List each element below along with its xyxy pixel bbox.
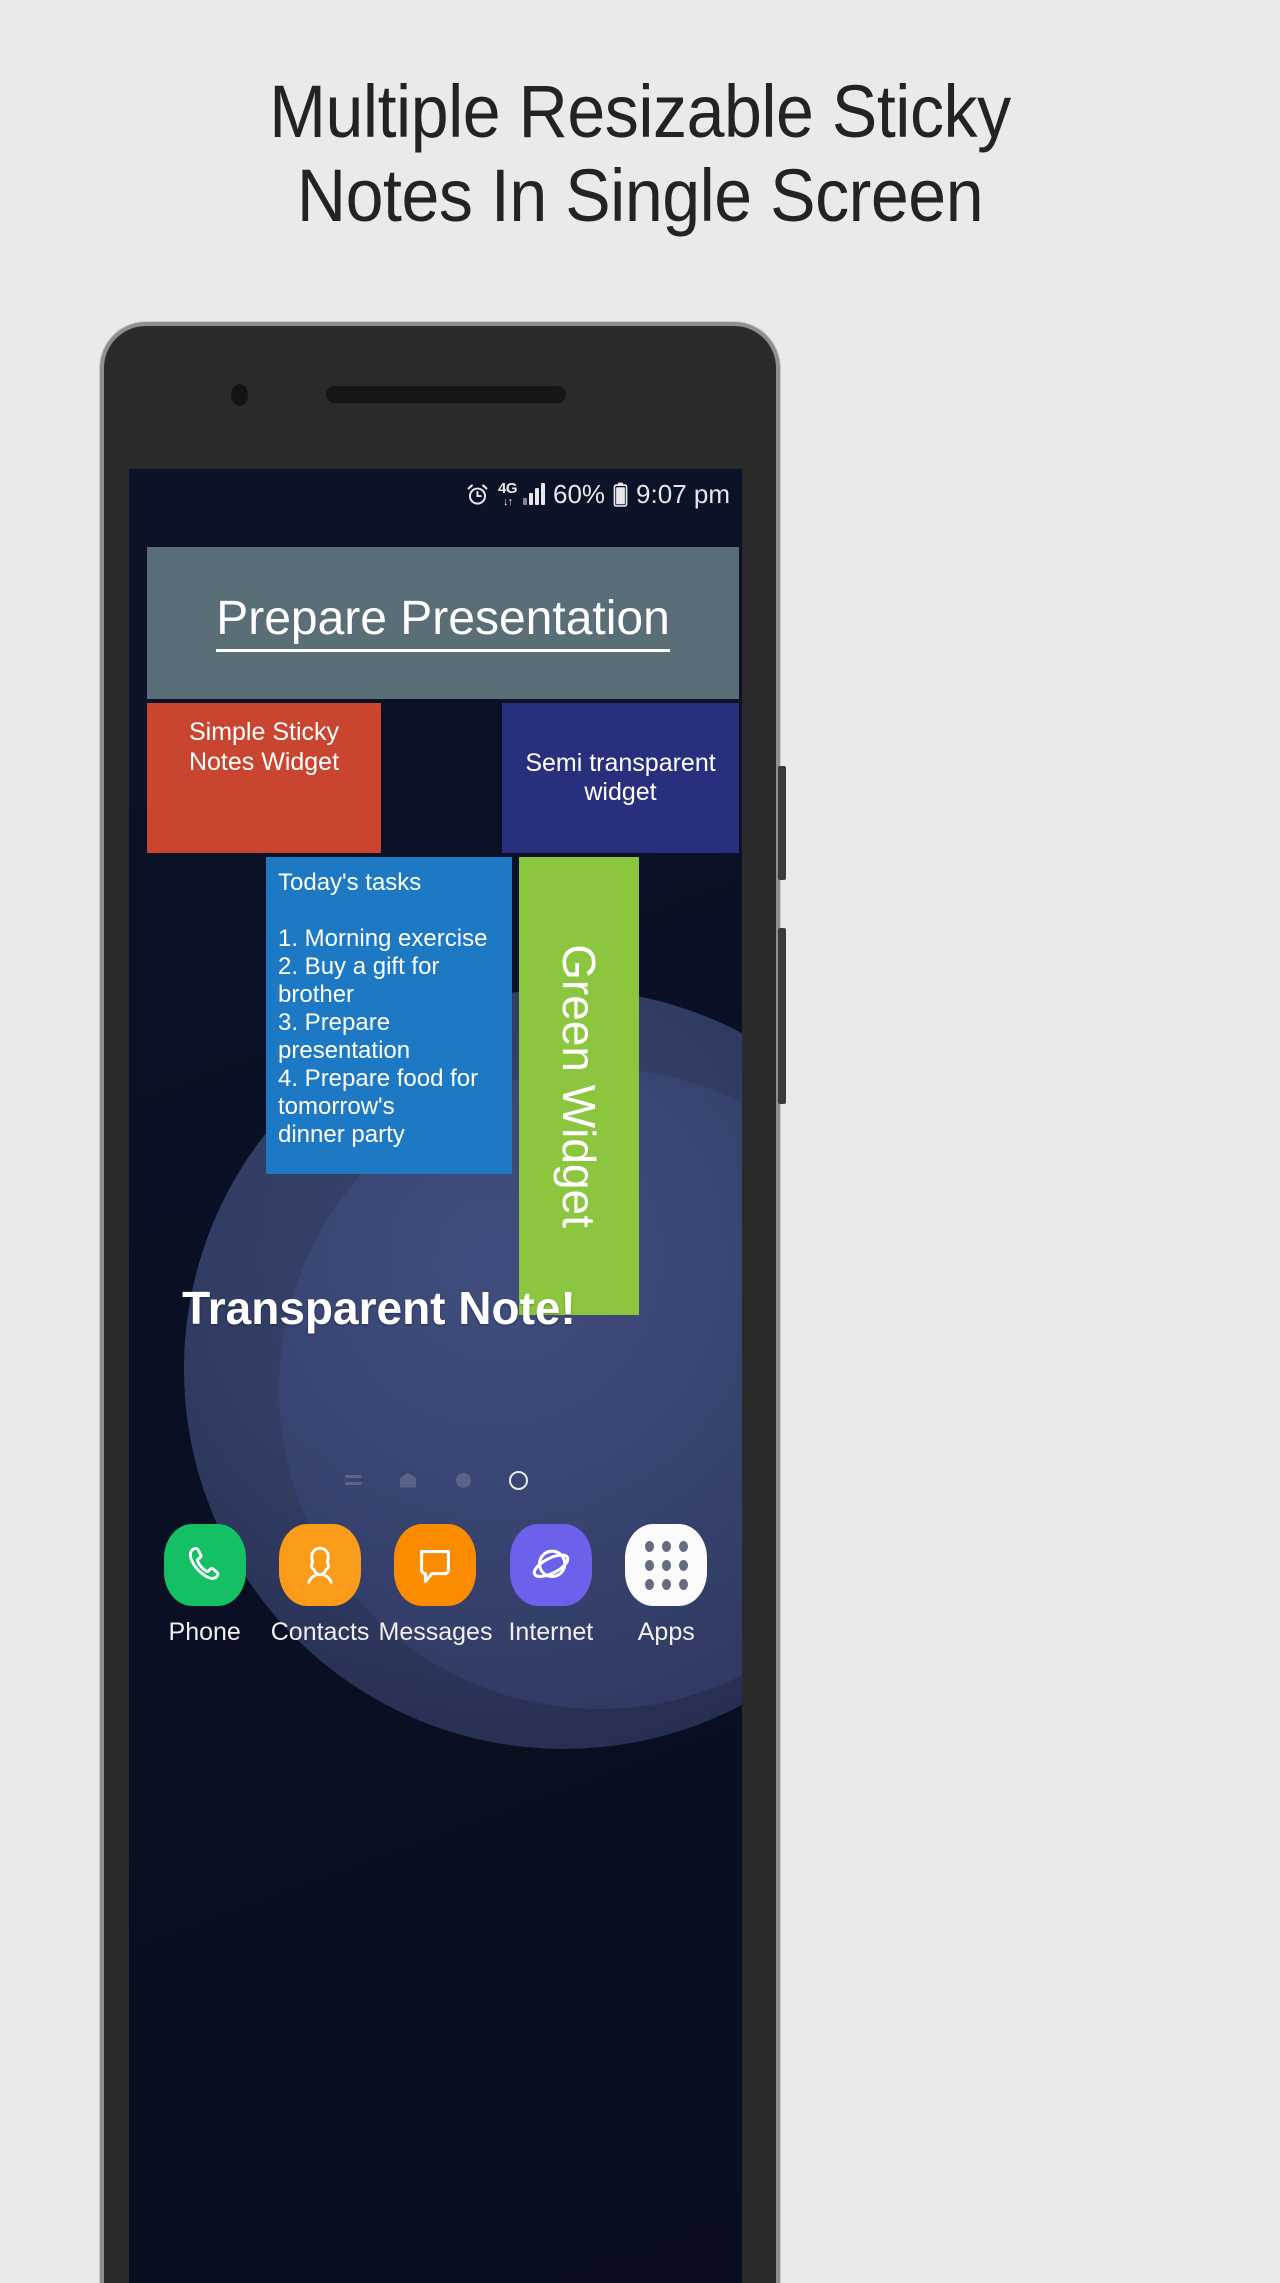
widget-green-text: Green Widget (553, 944, 605, 1228)
page-indicator-dot[interactable] (452, 1469, 474, 1491)
phone-icon[interactable] (163, 1524, 246, 1606)
clock-label: 9:07 pm (636, 478, 730, 509)
status-bar: 4G ↓↑ 60% 9:07 pm (129, 469, 742, 519)
widget-semitransparent-text: Semi transparent widget (525, 749, 716, 806)
battery-icon (613, 482, 628, 507)
widget-tasks-text: Today's tasks 1. Morning exercise 2. Buy… (278, 869, 488, 1148)
internet-icon[interactable] (509, 1524, 592, 1606)
apps-grid-icon[interactable] (625, 1524, 708, 1606)
dock-label-contacts: Contacts (270, 1618, 370, 1646)
phone-mockup: 4G ↓↑ 60% 9:07 pm Prepare Presentation S… (100, 322, 786, 2283)
widget-title-text: Prepare Presentation (216, 593, 670, 652)
page-title: Multiple Resizable Sticky Notes In Singl… (51, 70, 1229, 238)
widget-transparent-text: Transparent Note! (182, 1282, 576, 1334)
headline-line-1: Multiple Resizable Sticky (269, 70, 1011, 153)
dock-item-messages[interactable]: Messages (379, 1524, 492, 1647)
battery-percent-label: 60% (553, 478, 606, 509)
page-indicator-home-icon[interactable] (397, 1469, 419, 1491)
data-transfer-arrows: ↓↑ (502, 495, 513, 508)
network-type-label: 4G (497, 479, 518, 497)
page-indicator-active-ring[interactable] (507, 1469, 529, 1491)
widget-prepare-presentation[interactable]: Prepare Presentation (147, 547, 739, 699)
widget-transparent-note[interactable]: Transparent Note! (169, 1281, 589, 1341)
widget-semi-transparent[interactable]: Semi transparent widget (502, 703, 739, 853)
dock-label-phone: Phone (168, 1618, 241, 1646)
widget-red-text: Simple Sticky Notes Widget (188, 718, 340, 776)
widget-green[interactable]: Green Widget (519, 857, 639, 1315)
phone-screen: 4G ↓↑ 60% 9:07 pm Prepare Presentation S… (129, 469, 742, 2283)
promo-screenshot: Multiple Resizable Sticky Notes In Singl… (0, 0, 1280, 2283)
headline-line-2: Notes In Single Screen (296, 154, 984, 237)
alarm-clock-icon (465, 482, 490, 507)
widget-simple-sticky-notes[interactable]: Simple Sticky Notes Widget (147, 703, 381, 853)
dock-item-contacts[interactable]: Contacts (271, 1524, 369, 1647)
signal-bars-icon (523, 483, 545, 505)
messages-icon[interactable] (394, 1524, 477, 1606)
dock-label-apps: Apps (637, 1618, 695, 1646)
page-indicator (129, 1469, 742, 1491)
network-type-indicator: 4G ↓↑ (497, 479, 518, 508)
dock-item-phone[interactable]: Phone (159, 1524, 251, 1647)
widget-todays-tasks[interactable]: Today's tasks 1. Morning exercise 2. Buy… (266, 857, 512, 1174)
dock-label-messages: Messages (378, 1618, 493, 1646)
dock-label-internet: Internet (508, 1618, 594, 1646)
front-camera-icon (231, 384, 248, 406)
earpiece-speaker (326, 386, 566, 403)
power-button[interactable] (778, 766, 786, 880)
contacts-icon[interactable] (279, 1524, 362, 1606)
dock-item-apps[interactable]: Apps (620, 1524, 712, 1647)
dock-item-internet[interactable]: Internet (505, 1524, 597, 1647)
home-screen-dock: Phone Contacts Messages Internet Apps (129, 1524, 742, 1647)
page-indicator-lines-icon[interactable] (342, 1469, 364, 1491)
volume-button[interactable] (778, 928, 786, 1104)
